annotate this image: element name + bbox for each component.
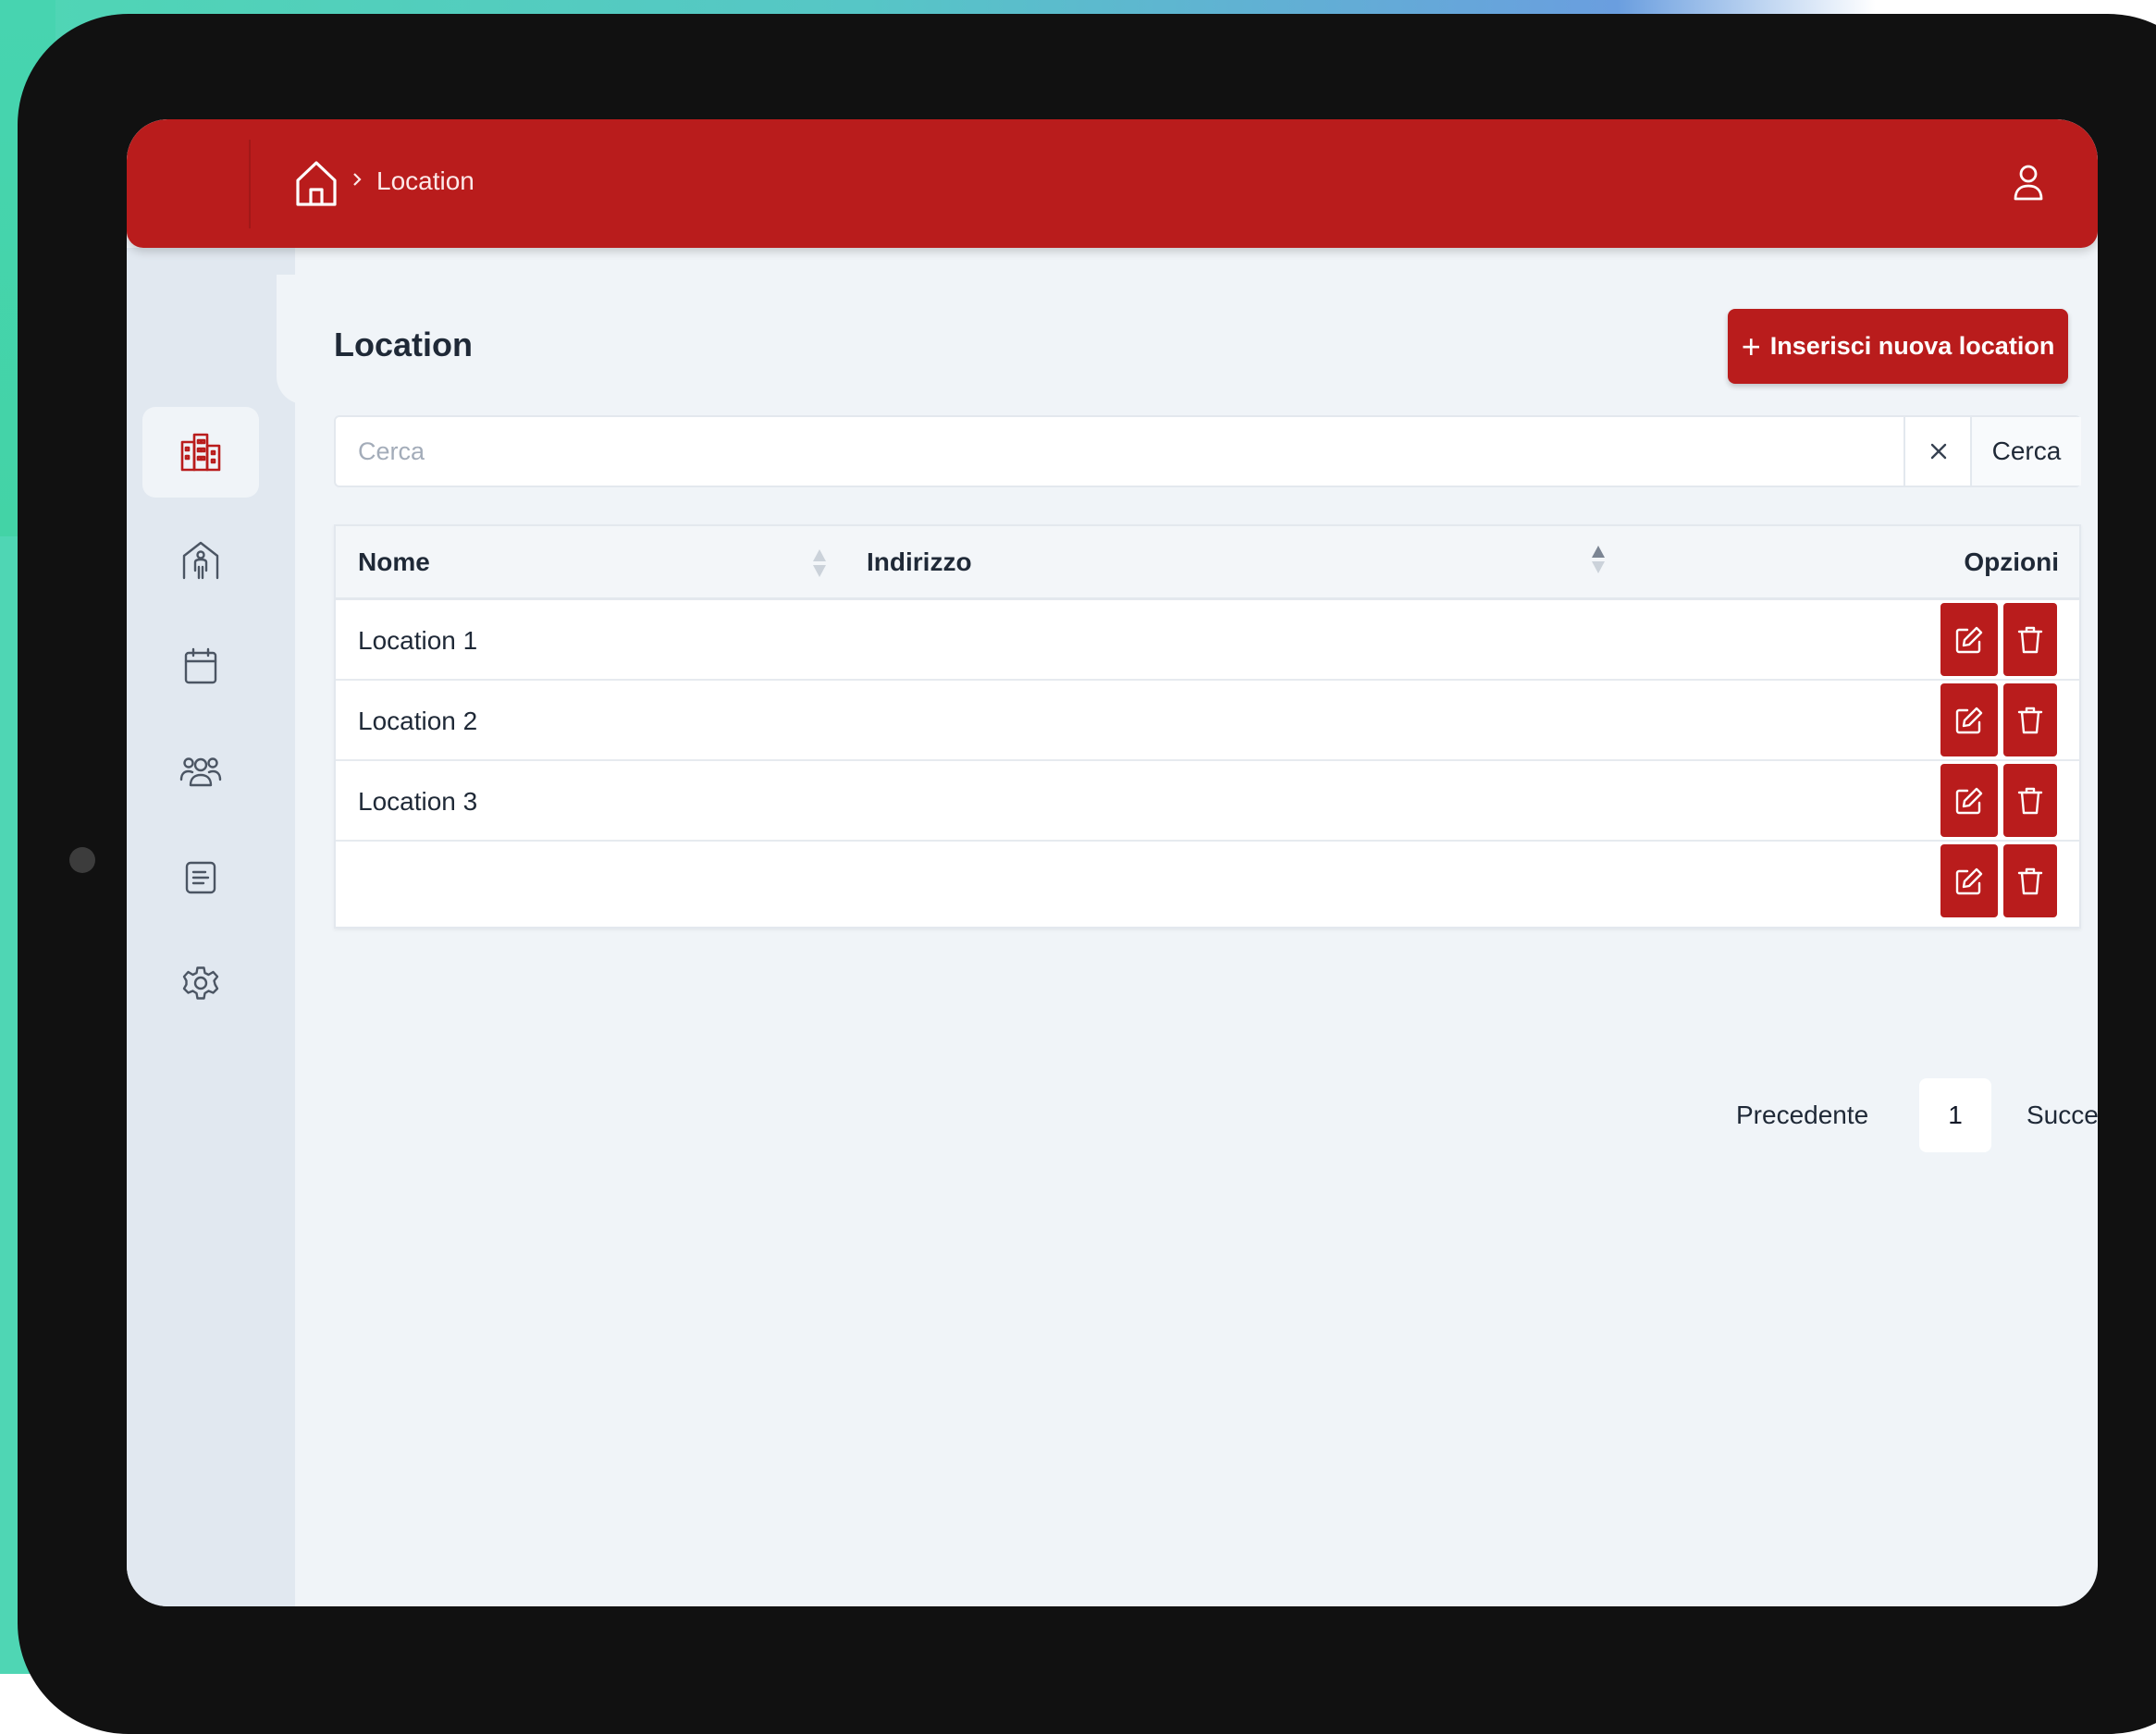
breadcrumb-current: Location — [376, 166, 474, 195]
user-icon[interactable] — [2010, 162, 2047, 203]
delete-button[interactable] — [2003, 603, 2057, 676]
home-icon[interactable] — [293, 158, 339, 208]
document-icon — [185, 861, 216, 894]
sort-icon-nome[interactable] — [811, 547, 828, 580]
add-location-button[interactable]: + Inserisci nuova location — [1728, 309, 2068, 384]
sort-icon-indirizzo[interactable] — [1590, 543, 1607, 576]
column-header-indirizzo[interactable]: Indirizzo — [867, 526, 972, 598]
cell-nome: Location 2 — [358, 707, 478, 735]
gear-icon — [182, 966, 219, 1000]
edit-icon — [1955, 707, 1983, 733]
camera-dot — [69, 847, 95, 873]
cell-nome: Location 3 — [358, 787, 478, 816]
person-house-icon — [182, 541, 219, 580]
search-input[interactable] — [336, 417, 1903, 486]
cell-nome: Location 1 — [358, 626, 478, 655]
add-location-label: Inserisci nuova location — [1769, 332, 2055, 360]
edit-button[interactable] — [1940, 683, 1998, 756]
pagination-next[interactable]: Successivo — [2027, 1078, 2098, 1152]
column-header-opzioni: Opzioni — [1964, 547, 2059, 576]
calendar-icon — [184, 647, 217, 684]
clear-search-button[interactable] — [1903, 417, 1972, 486]
users-icon — [179, 757, 222, 787]
sidebar-item-residents[interactable] — [142, 515, 259, 606]
table-row — [336, 842, 2079, 922]
pagination-previous[interactable]: Precedente — [1736, 1078, 1868, 1152]
edit-button[interactable] — [1940, 764, 1998, 837]
sidebar-item-calendar[interactable] — [142, 621, 259, 711]
top-bar: Location — [127, 119, 2098, 248]
edit-icon — [1955, 867, 1983, 894]
sidebar-item-documents[interactable] — [142, 832, 259, 923]
trash-icon — [2017, 626, 2043, 653]
trash-icon — [2017, 707, 2043, 733]
edit-button[interactable] — [1940, 603, 1998, 676]
table-row: Location 3 — [336, 761, 2079, 842]
buildings-icon — [180, 433, 221, 472]
table-row: Location 2 — [336, 681, 2079, 761]
table-row: Location 1 — [336, 600, 2079, 681]
edit-button[interactable] — [1940, 844, 1998, 917]
edit-icon — [1955, 626, 1983, 653]
pagination: Precedente 1 Successivo — [1736, 1078, 2098, 1152]
locations-table: Nome Indirizzo Opzioni Location 1 Locati… — [334, 524, 2081, 928]
topbar-divider — [249, 140, 251, 228]
app-screen: Location Location + Inserisci nuova loca… — [127, 119, 2098, 1606]
trash-icon — [2017, 867, 2043, 894]
sidebar-active-notch — [277, 275, 304, 404]
tablet-frame: Location Location + Inserisci nuova loca… — [18, 14, 2156, 1734]
sidebar-item-settings[interactable] — [142, 938, 259, 1028]
sidebar-item-locations[interactable] — [142, 407, 259, 498]
column-header-nome[interactable]: Nome — [358, 526, 430, 598]
plus-icon: + — [1741, 326, 1761, 365]
table-header: Nome Indirizzo Opzioni — [336, 526, 2079, 600]
search-button[interactable]: Cerca — [1970, 417, 2081, 486]
page-title: Location — [334, 326, 473, 363]
trash-icon — [2017, 787, 2043, 814]
pagination-page-current[interactable]: 1 — [1919, 1078, 1991, 1152]
close-icon — [1930, 443, 1947, 460]
delete-button[interactable] — [2003, 764, 2057, 837]
breadcrumb-chevron-icon — [351, 166, 365, 193]
sidebar — [127, 248, 295, 1606]
search-bar: Cerca — [334, 415, 2081, 487]
delete-button[interactable] — [2003, 683, 2057, 756]
sidebar-item-users[interactable] — [142, 726, 259, 817]
edit-icon — [1955, 787, 1983, 814]
delete-button[interactable] — [2003, 844, 2057, 917]
